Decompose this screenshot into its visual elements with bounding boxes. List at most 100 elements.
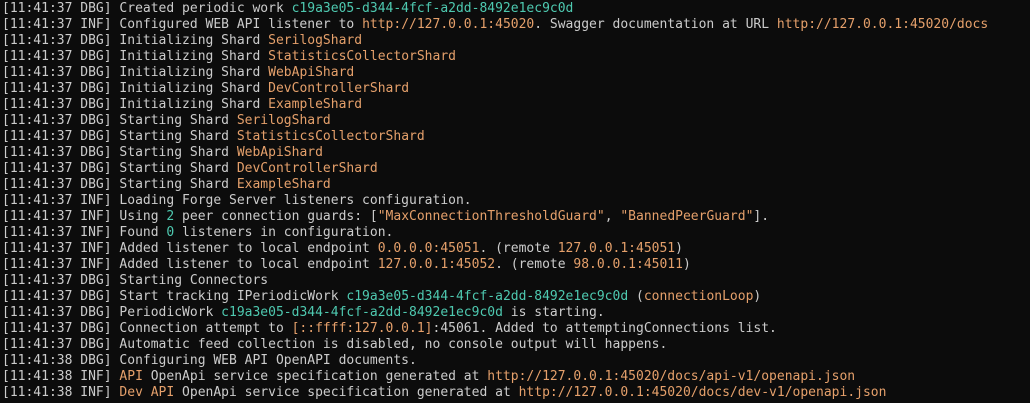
log-message-segment: Configuring WEB API OpenAPI documents. (119, 353, 417, 368)
log-timestamp: 11:41:37 (9, 145, 73, 160)
log-message-segment: Starting Shard (119, 161, 237, 176)
log-timestamp: 11:41:38 (9, 369, 73, 384)
log-message-segment: ExampleShard (236, 177, 331, 192)
log-message-segment: :45061. Added to attemptingConnections l… (432, 321, 777, 336)
log-timestamp: 11:41:37 (9, 1, 73, 16)
log-timestamp: 11:41:37 (9, 49, 73, 64)
log-timestamp: 11:41:38 (9, 353, 73, 368)
log-timestamp: 11:41:37 (9, 257, 73, 272)
log-message-segment: StatisticsCollectorShard (268, 49, 456, 64)
log-level: DBG (80, 1, 104, 16)
log-message-segment: Dev API (119, 385, 175, 400)
log-message-segment: Starting Shard (119, 177, 237, 192)
log-level: DBG (80, 33, 104, 48)
log-message-segment: Starting Shard (119, 129, 237, 144)
log-line: [11:41:37 DBG] Initializing Shard Exampl… (2, 97, 363, 112)
log-message-segment: Starting Connectors (119, 273, 269, 288)
log-message-segment: "BannedPeerGuard" (620, 209, 754, 224)
log-timestamp: 11:41:37 (9, 113, 73, 128)
log-message-segment: StatisticsCollectorShard (236, 129, 425, 144)
log-message-segment: Initializing Shard (119, 97, 269, 112)
log-level: INF (80, 209, 104, 224)
log-line: [11:41:37 DBG] PeriodicWork c19a3e05-d34… (2, 305, 605, 320)
log-level: DBG (80, 177, 104, 192)
log-line: [11:41:37 DBG] Starting Shard ExampleSha… (2, 177, 331, 192)
log-message-segment: DevControllerShard (268, 81, 410, 96)
log-line: [11:41:37 DBG] Starting Connectors (2, 273, 269, 288)
log-line: [11:41:37 DBG] Created periodic work c19… (2, 1, 574, 16)
log-message-segment: Starting Shard (119, 113, 237, 128)
log-message-segment: Automatic feed collection is disabled, n… (119, 337, 668, 352)
log-message-segment: Added listener to local endpoint (119, 241, 378, 256)
log-message-segment: ( (628, 289, 644, 304)
log-line: [11:41:37 DBG] Initializing Shard Serilo… (2, 33, 363, 48)
log-message-segment: ) (682, 257, 691, 272)
log-line: [11:41:37 INF] Added listener to local e… (2, 257, 691, 272)
log-message-segment: SerilogShard (236, 113, 331, 128)
log-level: INF (80, 257, 104, 272)
log-message-segment: WebApiShard (236, 145, 323, 160)
log-line: [11:41:37 DBG] Start tracking IPeriodicW… (2, 289, 762, 304)
log-timestamp: 11:41:37 (9, 177, 73, 192)
log-line: [11:41:37 DBG] Connection attempt to [::… (2, 321, 777, 336)
log-timestamp: 11:41:37 (9, 209, 73, 224)
log-level: DBG (80, 337, 104, 352)
log-message-segment: Added listener to local endpoint (119, 257, 378, 272)
log-level: DBG (80, 65, 104, 80)
console-output[interactable]: [11:41:37 DBG] Created periodic work c19… (0, 0, 1030, 403)
log-timestamp: 11:41:37 (9, 129, 73, 144)
log-timestamp: 11:41:37 (9, 337, 73, 352)
log-timestamp: 11:41:37 (9, 65, 73, 80)
log-message-segment: http://127.0.0.1:45020/docs/dev-v1/opena… (518, 385, 887, 400)
log-message-segment: Initializing Shard (119, 49, 269, 64)
log-message-segment: Start tracking IPeriodicWork (119, 289, 347, 304)
log-line: [11:41:37 INF] Found 0 listeners in conf… (2, 225, 394, 240)
log-message-segment: WebApiShard (268, 65, 355, 80)
log-message-segment: API (119, 369, 143, 384)
log-level: DBG (80, 273, 104, 288)
log-message-segment: listeners in configuration. (174, 225, 394, 240)
log-timestamp: 11:41:37 (9, 17, 73, 32)
log-message-segment: "MaxConnectionThresholdGuard" (377, 209, 605, 224)
log-message-segment: Using (119, 209, 167, 224)
log-message-segment: ) (675, 241, 683, 256)
log-level: DBG (80, 97, 104, 112)
log-message-segment: , (604, 209, 621, 224)
log-message-segment: c19a3e05-d344-4fcf-a2dd-8492e1ec9c0d (291, 1, 574, 16)
log-line: [11:41:37 INF] Configured WEB API listen… (2, 17, 989, 32)
log-timestamp: 11:41:37 (9, 225, 73, 240)
log-message-segment: Initializing Shard (119, 81, 269, 96)
log-level: INF (80, 225, 104, 240)
log-level: DBG (80, 305, 104, 320)
log-message-segment: peer connection guards: [ (174, 209, 378, 224)
log-line: [11:41:37 INF] Loading Forge Server list… (2, 193, 472, 208)
log-level: DBG (80, 145, 104, 160)
log-level: DBG (80, 113, 104, 128)
log-message-segment: 0.0.0.0:45051 (377, 241, 480, 256)
log-level: DBG (80, 129, 104, 144)
log-line: [11:41:38 INF] Dev API OpenApi service s… (2, 385, 887, 400)
log-line: [11:41:37 DBG] Initializing Shard DevCon… (2, 81, 410, 96)
log-message-segment: ) (753, 289, 762, 304)
log-timestamp: 11:41:38 (9, 385, 73, 400)
log-level: INF (80, 241, 104, 256)
log-line: [11:41:37 DBG] Initializing Shard Statis… (2, 49, 456, 64)
log-timestamp: 11:41:37 (9, 273, 73, 288)
log-timestamp: 11:41:37 (9, 97, 73, 112)
log-timestamp: 11:41:37 (9, 193, 73, 208)
log-level: DBG (80, 49, 104, 64)
log-line: [11:41:37 DBG] Starting Shard Statistics… (2, 129, 425, 144)
log-level: INF (80, 385, 104, 400)
log-timestamp: 11:41:37 (9, 321, 73, 336)
log-level: DBG (80, 289, 104, 304)
log-message-segment: ExampleShard (268, 97, 363, 112)
log-message-segment: Initializing Shard (119, 33, 269, 48)
log-message-segment: Created periodic work (119, 1, 292, 16)
log-message-segment: Initializing Shard (119, 65, 269, 80)
log-message-segment: DevControllerShard (236, 161, 378, 176)
log-line: [11:41:37 INF] Added listener to local e… (2, 241, 683, 256)
log-line: [11:41:37 DBG] Starting Shard SerilogSha… (2, 113, 331, 128)
log-message-segment: OpenApi service specification generated … (174, 385, 519, 400)
log-line: [11:41:38 DBG] Configuring WEB API OpenA… (2, 353, 417, 368)
log-message-segment: PeriodicWork (119, 305, 222, 320)
